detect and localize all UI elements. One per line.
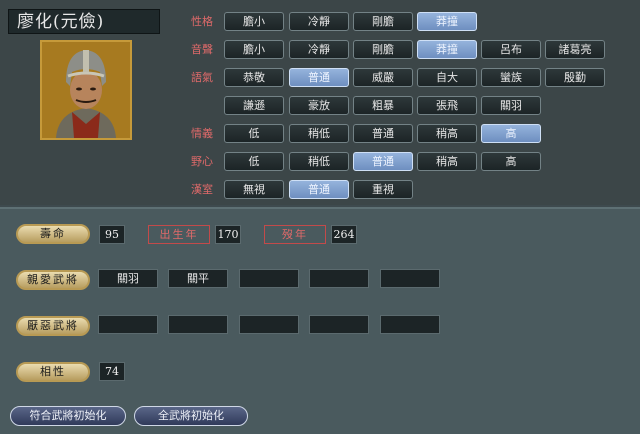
ambition-option-slightly-high[interactable]: 稍高 [417, 152, 477, 171]
death-year-value[interactable]: 264 [331, 225, 357, 244]
liked-generals-button[interactable]: 親愛武將 [16, 270, 90, 290]
loyalty-label: 情義 [191, 127, 213, 140]
reset-all-generals-button[interactable]: 全武將初始化 [134, 406, 248, 426]
han-option-value[interactable]: 重視 [353, 180, 413, 199]
disliked-general-slot[interactable] [309, 315, 369, 334]
liked-general-slot[interactable] [239, 269, 299, 288]
birth-year-value[interactable]: 170 [215, 225, 241, 244]
ambition-option-high[interactable]: 高 [481, 152, 541, 171]
tone-option-bold[interactable]: 豪放 [289, 96, 349, 115]
voice-label: 音聲 [191, 43, 213, 56]
tone-label: 語氣 [191, 71, 213, 84]
officer-name: 廖化(元儉) [8, 9, 160, 34]
voice-option-timid[interactable]: 膽小 [224, 40, 284, 59]
loyalty-option-low[interactable]: 低 [224, 124, 284, 143]
tone-option-courteous[interactable]: 殷勤 [545, 68, 605, 87]
ambition-label: 野心 [191, 155, 213, 168]
disliked-general-slot[interactable] [168, 315, 228, 334]
personality-option-reckless[interactable]: 莽撞 [417, 12, 477, 31]
tone-option-arrogant[interactable]: 自大 [417, 68, 477, 87]
personality-option-calm[interactable]: 冷靜 [289, 12, 349, 31]
tone-option-dignified[interactable]: 威嚴 [353, 68, 413, 87]
death-year-label: 歿年 [264, 225, 326, 244]
lifespan-value[interactable]: 95 [99, 225, 125, 244]
ambition-option-slightly-low[interactable]: 稍低 [289, 152, 349, 171]
tone-option-modest[interactable]: 謙遜 [224, 96, 284, 115]
loyalty-option-normal[interactable]: 普通 [353, 124, 413, 143]
han-option-normal[interactable]: 普通 [289, 180, 349, 199]
voice-option-lubu[interactable]: 呂布 [481, 40, 541, 59]
loyalty-option-slightly-low[interactable]: 稍低 [289, 124, 349, 143]
voice-option-calm[interactable]: 冷靜 [289, 40, 349, 59]
voice-option-reckless[interactable]: 莽撞 [417, 40, 477, 59]
birth-year-label: 出生年 [148, 225, 210, 244]
voice-option-zhuge[interactable]: 諸葛亮 [545, 40, 605, 59]
compatibility-button[interactable]: 相性 [16, 362, 90, 382]
tone-option-respectful[interactable]: 恭敬 [224, 68, 284, 87]
liked-general-slot[interactable]: 關羽 [98, 269, 158, 288]
loyalty-option-slightly-high[interactable]: 稍高 [417, 124, 477, 143]
han-option-ignore[interactable]: 無視 [224, 180, 284, 199]
disliked-general-slot[interactable] [380, 315, 440, 334]
loyalty-option-high[interactable]: 高 [481, 124, 541, 143]
lifespan-button[interactable]: 壽命 [16, 224, 90, 244]
compatibility-value[interactable]: 74 [99, 362, 125, 381]
personality-label: 性格 [191, 15, 213, 28]
tone-option-barbarian[interactable]: 蠻族 [481, 68, 541, 87]
ambition-option-low[interactable]: 低 [224, 152, 284, 171]
personality-option-timid[interactable]: 膽小 [224, 12, 284, 31]
disliked-generals-button[interactable]: 厭惡武將 [16, 316, 90, 336]
tone-option-normal[interactable]: 普通 [289, 68, 349, 87]
liked-general-slot[interactable] [309, 269, 369, 288]
ambition-option-normal[interactable]: 普通 [353, 152, 413, 171]
reset-matching-generals-button[interactable]: 符合武將初始化 [10, 406, 126, 426]
disliked-general-slot[interactable] [98, 315, 158, 334]
tone-option-zhangfei[interactable]: 張飛 [417, 96, 477, 115]
liked-general-slot[interactable] [380, 269, 440, 288]
voice-option-bold[interactable]: 剛膽 [353, 40, 413, 59]
officer-portrait [40, 40, 132, 140]
han-label: 漢室 [191, 183, 213, 196]
tone-option-rough[interactable]: 粗暴 [353, 96, 413, 115]
disliked-general-slot[interactable] [239, 315, 299, 334]
liked-general-slot[interactable]: 關平 [168, 269, 228, 288]
personality-option-bold[interactable]: 剛膽 [353, 12, 413, 31]
tone-option-guanyu[interactable]: 關羽 [481, 96, 541, 115]
